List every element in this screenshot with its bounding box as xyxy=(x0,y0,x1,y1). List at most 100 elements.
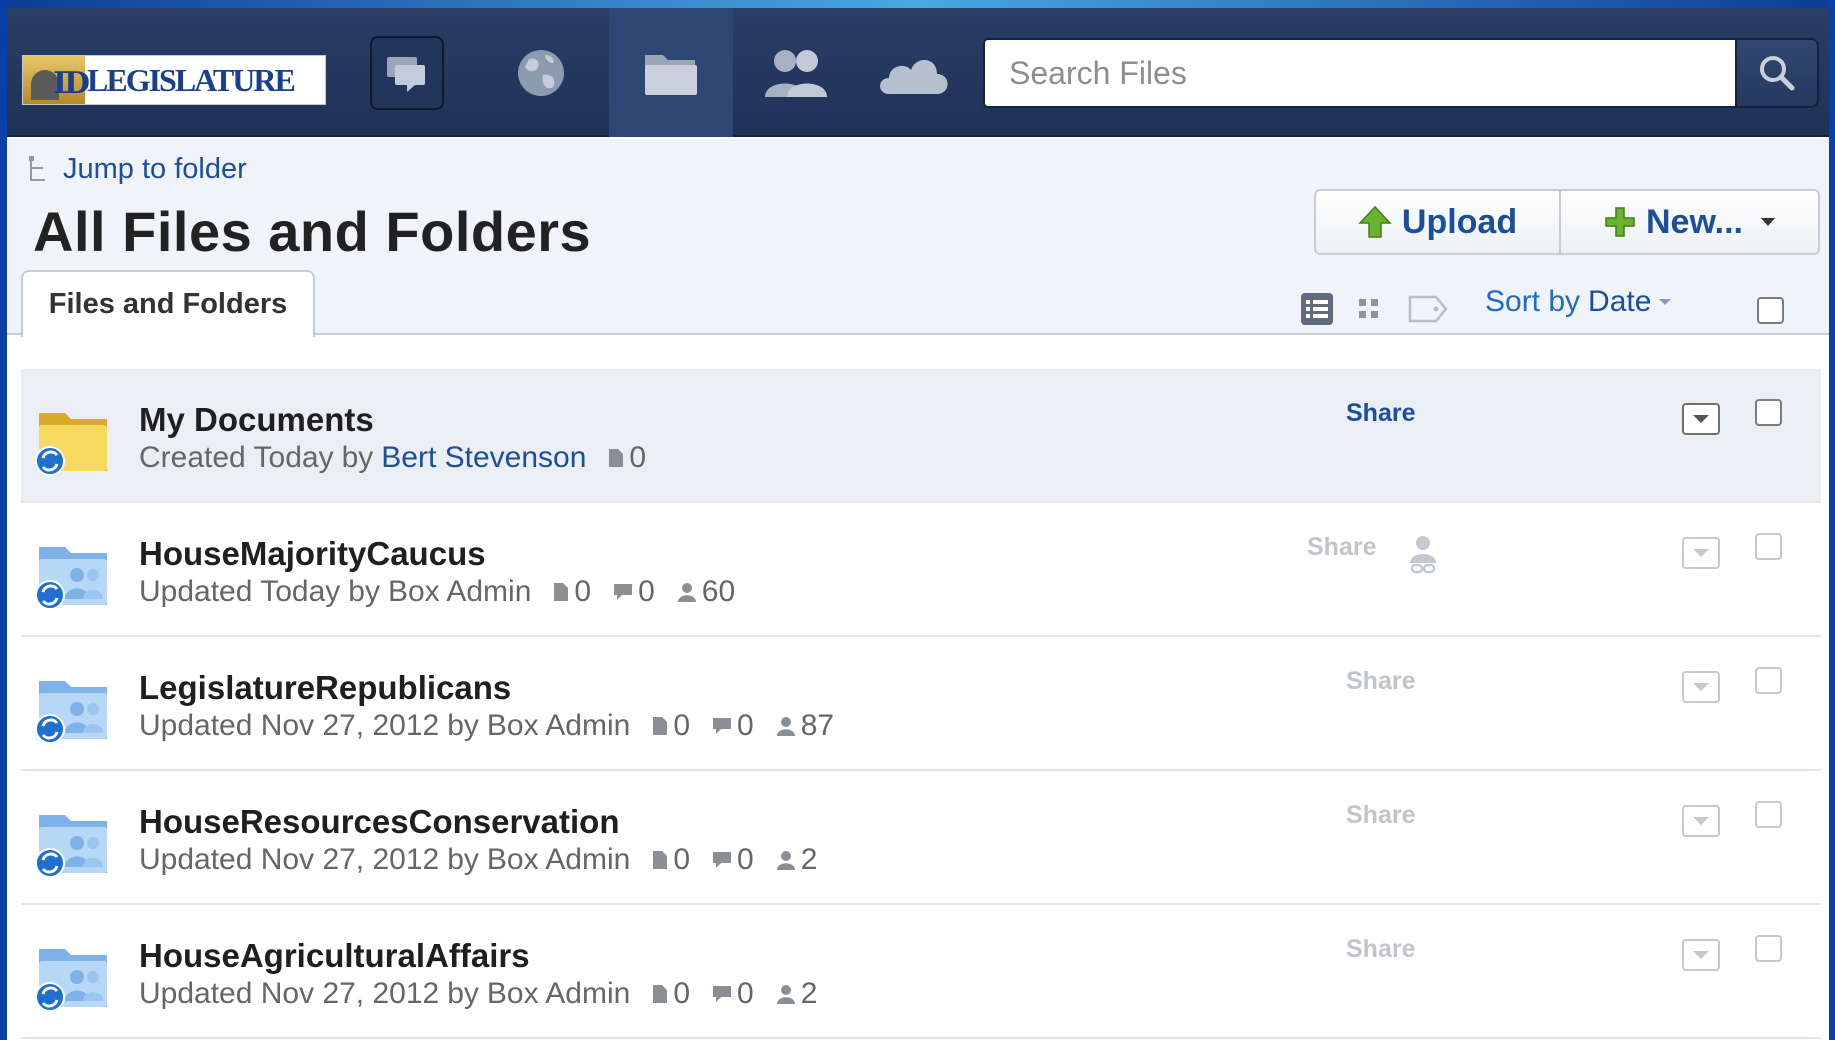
folder-name[interactable]: HouseResourcesConservation xyxy=(139,803,619,841)
comment-icon xyxy=(713,718,732,734)
action-button-group: Upload New... xyxy=(1314,189,1820,255)
comment-icon xyxy=(713,852,732,868)
row-options-dropdown[interactable] xyxy=(1682,537,1720,569)
cloud-icon xyxy=(880,59,948,94)
grid-view-icon xyxy=(1359,299,1378,318)
tag-icon xyxy=(1408,295,1448,323)
list-item[interactable]: HouseResourcesConservation Updated Nov 2… xyxy=(21,771,1821,905)
share-link[interactable]: Share xyxy=(1346,667,1415,696)
comment-icon xyxy=(713,986,732,1002)
capitol-logo-mark: ID xyxy=(23,56,90,104)
folder-name[interactable]: LegislatureRepublicans xyxy=(139,669,511,707)
comment-count: 0 xyxy=(712,977,754,1011)
file-count: 0 xyxy=(652,977,690,1011)
file-icon xyxy=(609,449,624,467)
slide-frame-left xyxy=(0,0,7,1040)
share-link[interactable]: Share xyxy=(1346,399,1415,428)
file-count: 0 xyxy=(652,843,690,877)
row-checkbox[interactable] xyxy=(1755,935,1782,962)
share-link[interactable]: Share xyxy=(1346,935,1415,964)
legislature-logo[interactable]: ID LEGISLATURE xyxy=(22,55,326,105)
new-menu-button[interactable]: New... xyxy=(1561,191,1818,253)
sync-folder-icon xyxy=(35,413,107,476)
select-all-checkbox[interactable] xyxy=(1757,297,1784,324)
jump-to-folder-link[interactable]: Jump to folder xyxy=(27,153,247,186)
sort-dropdown[interactable]: Sort by Date xyxy=(1485,285,1672,319)
list-item[interactable]: HouseAgriculturalAffairs Updated Nov 27,… xyxy=(21,905,1821,1039)
nav-cloud-button[interactable] xyxy=(863,8,963,137)
folder-name[interactable]: HouseAgriculturalAffairs xyxy=(139,937,530,975)
owner-link[interactable]: Box Admin xyxy=(487,843,630,877)
upload-arrow-icon xyxy=(1358,205,1392,238)
shared-sync-folder-icon xyxy=(35,815,107,878)
chevron-down-icon xyxy=(1659,299,1672,305)
magnifier-icon xyxy=(1760,56,1795,91)
owner-link[interactable]: Box Admin xyxy=(487,977,630,1011)
tree-icon xyxy=(29,155,45,181)
share-user-link-icon[interactable] xyxy=(1407,535,1439,575)
file-icon xyxy=(554,583,569,601)
comment-count: 0 xyxy=(712,709,754,743)
folder-meta: Updated Nov 27, 2012 by Box Admin 0 0 2 xyxy=(139,843,818,877)
folder-name[interactable]: My Documents xyxy=(139,401,374,439)
list-item[interactable]: HouseMajorityCaucus Updated Today by Box… xyxy=(21,503,1821,637)
page-title: All Files and Folders xyxy=(33,200,592,263)
jump-to-folder-label: Jump to folder xyxy=(63,153,247,185)
folder-header: Jump to folder All Files and Folders Upl… xyxy=(7,139,1829,337)
upload-button[interactable]: Upload xyxy=(1316,191,1561,253)
user-icon xyxy=(776,851,795,870)
folder-name[interactable]: HouseMajorityCaucus xyxy=(139,535,486,573)
nav-files-button[interactable] xyxy=(609,8,733,137)
list-item[interactable]: My Documents Created Today by Bert Steve… xyxy=(21,369,1821,503)
chevron-down-icon xyxy=(1761,218,1775,226)
chevron-down-icon xyxy=(1693,817,1709,825)
user-icon xyxy=(677,583,696,602)
list-item[interactable]: LegislatureRepublicans Updated Nov 27, 2… xyxy=(21,637,1821,771)
nav-globe-button[interactable] xyxy=(491,8,591,137)
globe-icon xyxy=(518,49,564,96)
owner-link[interactable]: Bert Stevenson xyxy=(381,441,586,475)
collaborator-count: 2 xyxy=(776,977,817,1011)
owner-link[interactable]: Box Admin xyxy=(388,575,531,609)
shared-sync-folder-icon xyxy=(35,547,107,610)
comment-icon xyxy=(614,584,633,600)
users-icon xyxy=(765,49,827,97)
chevron-down-icon xyxy=(1693,415,1709,423)
slide-frame-right xyxy=(1829,0,1835,1040)
list-view-button[interactable] xyxy=(1300,289,1334,329)
file-count: 0 xyxy=(652,709,690,743)
share-link[interactable]: Share xyxy=(1307,533,1376,562)
folder-meta: Updated Today by Box Admin 0 0 60 xyxy=(139,575,736,609)
row-options-dropdown[interactable] xyxy=(1682,671,1720,703)
folder-meta: Updated Nov 27, 2012 by Box Admin 0 0 87 xyxy=(139,709,835,743)
grid-view-button[interactable] xyxy=(1357,289,1381,329)
shared-sync-folder-icon xyxy=(35,949,107,1012)
tab-files-and-folders[interactable]: Files and Folders xyxy=(21,270,315,337)
folder-icon xyxy=(645,54,697,95)
file-list: My Documents Created Today by Bert Steve… xyxy=(21,369,1821,1039)
row-checkbox[interactable] xyxy=(1755,399,1782,426)
chevron-down-icon xyxy=(1693,683,1709,691)
search-button[interactable] xyxy=(1735,38,1819,108)
file-count: 0 xyxy=(608,441,646,475)
row-options-dropdown[interactable] xyxy=(1682,403,1720,435)
row-checkbox[interactable] xyxy=(1755,533,1782,560)
collaborator-count: 87 xyxy=(776,709,834,743)
row-checkbox[interactable] xyxy=(1755,667,1782,694)
folder-meta: Updated Nov 27, 2012 by Box Admin 0 0 2 xyxy=(139,977,818,1011)
share-link[interactable]: Share xyxy=(1346,801,1415,830)
search-input[interactable] xyxy=(985,40,1737,106)
file-icon xyxy=(653,851,668,869)
row-options-dropdown[interactable] xyxy=(1682,939,1720,971)
owner-link[interactable]: Box Admin xyxy=(487,709,630,743)
collaborator-count: 2 xyxy=(776,843,817,877)
tag-view-button[interactable] xyxy=(1407,289,1449,329)
box-app-window: ID LEGISLATURE Search Files Jump to fold… xyxy=(7,8,1829,1040)
nav-users-button[interactable] xyxy=(742,8,850,137)
shared-sync-folder-icon xyxy=(35,681,107,744)
row-options-dropdown[interactable] xyxy=(1682,805,1720,837)
row-checkbox[interactable] xyxy=(1755,801,1782,828)
nav-messages-button[interactable] xyxy=(370,36,444,110)
user-icon xyxy=(776,985,795,1004)
user-icon xyxy=(776,717,795,736)
